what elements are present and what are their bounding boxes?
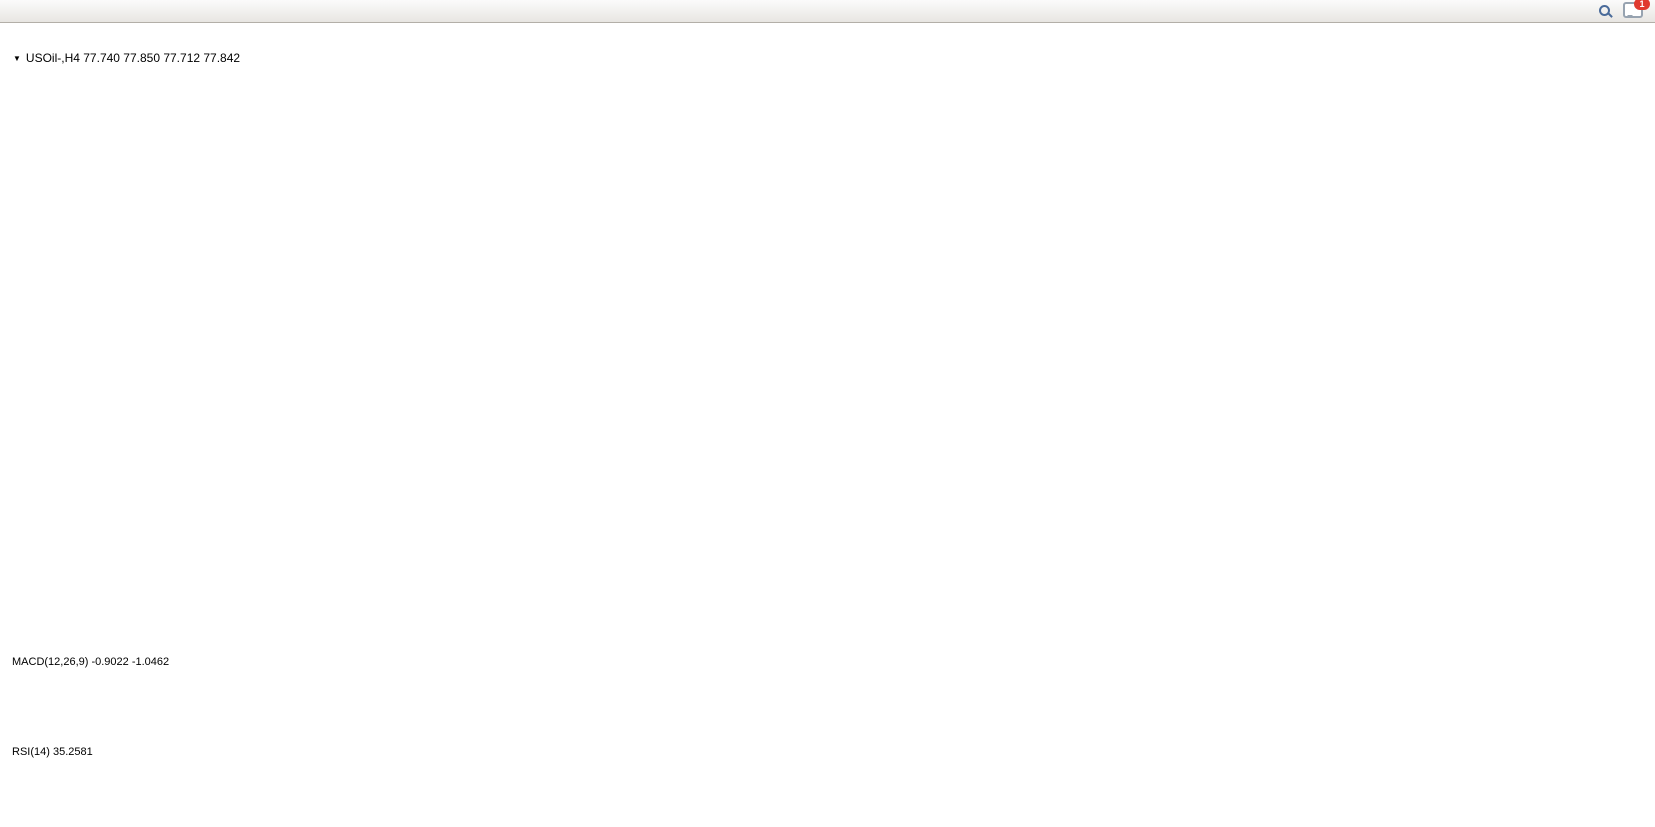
chart-title-text: USOil-,H4 77.740 77.850 77.712 77.842 — [26, 51, 240, 65]
notification-badge: 1 — [1634, 0, 1650, 10]
chart-canvas[interactable] — [0, 23, 1655, 827]
rsi-label: RSI(14) 35.2581 — [12, 746, 93, 758]
chevron-down-icon[interactable]: ▼ — [13, 54, 21, 63]
toolbar: 1 — [0, 0, 1655, 23]
toolbar-right: 1 — [1598, 2, 1651, 21]
search-icon[interactable] — [1598, 4, 1613, 19]
macd-label: MACD(12,26,9) -0.9022 -1.0462 — [12, 656, 169, 668]
chart-title: ▼ USOil-,H4 77.740 77.850 77.712 77.842 — [13, 51, 240, 65]
notifications-button[interactable]: 1 — [1623, 2, 1643, 21]
chart-window: ▼ USOil-,H4 77.740 77.850 77.712 77.842 … — [0, 23, 1655, 827]
mt4-window: 1 ▼ USOil-,H4 77.740 77.850 77.712 77.84… — [0, 0, 1655, 827]
